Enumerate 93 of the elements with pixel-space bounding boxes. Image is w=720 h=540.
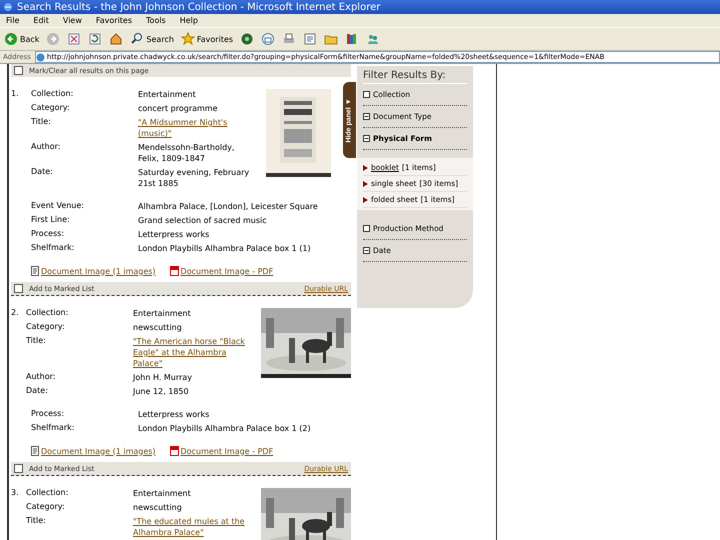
field-label: Collection: <box>26 308 70 319</box>
document-icon <box>303 32 318 46</box>
star-icon <box>180 32 195 46</box>
bullet-icon <box>363 180 368 186</box>
field-label: Category: <box>26 502 66 513</box>
field-value: newscutting <box>133 502 183 513</box>
pdf-link[interactable]: Document Image - PDF <box>170 266 274 276</box>
field-label: Author: <box>31 142 62 153</box>
menu-item[interactable]: File <box>6 16 20 25</box>
field-value: Entertainment <box>133 488 192 499</box>
collapse-icon[interactable] <box>363 135 370 142</box>
field-label: Collection: <box>26 488 70 499</box>
browser-icon <box>3 2 13 12</box>
search-icon <box>130 32 144 46</box>
bullet-icon <box>363 164 368 170</box>
field-value: Mendelssohn-Bartholdy, Felix, 1809-1847 <box>138 142 236 164</box>
media-icon <box>240 32 254 46</box>
menu-item[interactable]: Edit <box>33 16 49 25</box>
title-link[interactable]: "The educated mules at the Alhambra Palace" <box>133 516 251 538</box>
pdf-link[interactable]: Document Image - PDF <box>170 446 274 456</box>
expand-icon[interactable] <box>363 225 370 232</box>
document-icon <box>31 266 39 276</box>
field-label: Shelfmark: <box>31 243 76 254</box>
field-value: Letterpress works <box>138 229 210 240</box>
field-value: Alhambra Palace, [London], Leicester Square <box>138 201 319 212</box>
menu-item[interactable]: View <box>62 16 82 25</box>
field-value: Saturday evening, February 21st 1885 <box>138 167 250 189</box>
field-label: Author: <box>26 372 56 383</box>
toolbar-button[interactable] <box>303 32 318 46</box>
result-number: 3. <box>11 488 20 499</box>
toolbar-button[interactable]: Back <box>4 32 40 46</box>
toolbar-button[interactable] <box>67 32 82 46</box>
result-number: 1. <box>11 89 20 100</box>
collapse-icon[interactable] <box>363 247 370 254</box>
field-label: Date: <box>31 167 54 178</box>
collapse-icon[interactable] <box>363 113 370 120</box>
image-link[interactable]: Document Image (1 images) <box>31 446 156 456</box>
toolbar-button[interactable] <box>282 32 296 46</box>
toolbar-button[interactable] <box>88 32 102 46</box>
pdf-icon <box>170 446 179 456</box>
toolbar-button[interactable] <box>366 32 380 46</box>
mail-icon <box>261 32 276 46</box>
title-link[interactable]: "The American horse "Black Eagle" at the Alhambra Palace" <box>133 336 251 369</box>
field-label: Collection: <box>31 89 74 100</box>
field-value: June 12, 1850 <box>133 386 190 397</box>
field-label: Category: <box>26 322 66 333</box>
toolbar-button[interactable] <box>109 32 124 46</box>
checkbox[interactable] <box>14 66 23 75</box>
toolbar-button[interactable]: Search <box>130 32 174 46</box>
title-link[interactable]: "A Midsummer Night's (music)" <box>138 117 256 139</box>
toolbar-button[interactable]: Favorites <box>180 32 234 46</box>
document-icon <box>31 446 39 456</box>
field-value: Letterpress works <box>138 409 210 420</box>
checkbox[interactable] <box>14 284 23 293</box>
field-value: London Playbills Alhambra Palace box 1 (1) <box>138 243 312 254</box>
home-icon <box>109 32 124 46</box>
field-value: Entertainment <box>138 89 197 100</box>
field-label: Category: <box>31 103 71 114</box>
window-title: Search Results - the John Johnson Collection - Microsoft Internet Explorer <box>17 2 380 12</box>
expand-icon[interactable] <box>363 91 370 98</box>
result-number: 2. <box>11 308 20 319</box>
people-icon <box>366 32 380 46</box>
field-value: concert programme <box>138 103 219 114</box>
field-label: Date: <box>26 386 49 397</box>
image-link[interactable]: Document Image (1 images) <box>31 266 156 276</box>
stop-icon <box>67 32 82 46</box>
menu-item[interactable]: Tools <box>146 16 166 25</box>
back-icon <box>4 32 18 46</box>
field-label: First Line: <box>31 215 71 226</box>
toolbar-button[interactable] <box>240 32 254 46</box>
field-label: Title: <box>26 336 47 347</box>
printer-icon <box>282 32 296 46</box>
toolbar-button[interactable] <box>261 32 276 46</box>
refresh-icon <box>88 32 102 46</box>
menu-item[interactable]: Help <box>180 16 198 25</box>
field-value: Entertainment <box>133 308 192 319</box>
pdf-icon <box>170 266 179 276</box>
forward-icon <box>46 32 60 46</box>
bullet-icon <box>363 196 368 202</box>
checkbox[interactable] <box>14 464 23 473</box>
field-label: Title: <box>26 516 47 527</box>
field-value: John H. Murray <box>133 372 193 383</box>
menu-item[interactable]: Favorites <box>96 16 132 25</box>
field-value: London Playbills Alhambra Palace box 1 (2) <box>138 423 312 434</box>
field-value: newscutting <box>133 322 183 333</box>
field-label: Event Venue: <box>31 201 85 212</box>
field-label: Process: <box>31 409 66 420</box>
field-label: Title: <box>31 117 52 128</box>
panel-title: Filter Results By: <box>363 70 467 84</box>
page-icon <box>36 52 45 62</box>
field-value: Grand selection of sacred music <box>138 215 268 226</box>
field-label: Process: <box>31 229 66 240</box>
field-label: Shelfmark: <box>31 423 76 434</box>
